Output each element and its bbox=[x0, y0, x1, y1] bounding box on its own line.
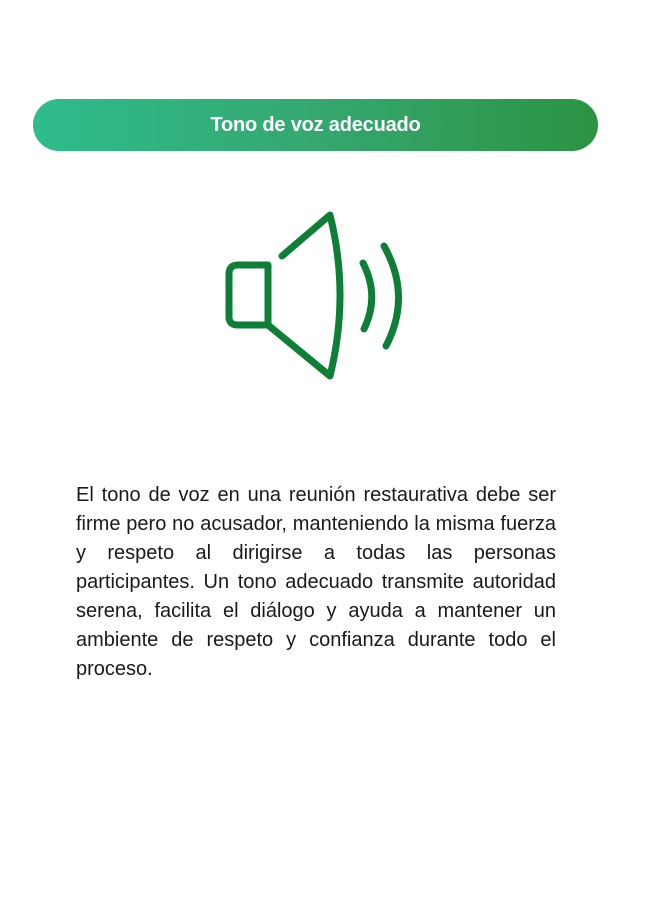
sound-wave-small bbox=[359, 259, 376, 333]
description-paragraph: El tono de voz en una reunión restaurati… bbox=[76, 484, 556, 680]
title-banner: Tono de voz adecuado bbox=[33, 99, 598, 151]
speaker-cone-shape bbox=[264, 211, 344, 380]
speaker-volume-icon bbox=[225, 211, 402, 380]
speaker-illustration bbox=[215, 205, 415, 390]
speaker-box-shape bbox=[225, 261, 272, 329]
sound-wave-large bbox=[380, 242, 402, 350]
page-title: Tono de voz adecuado bbox=[210, 113, 421, 136]
